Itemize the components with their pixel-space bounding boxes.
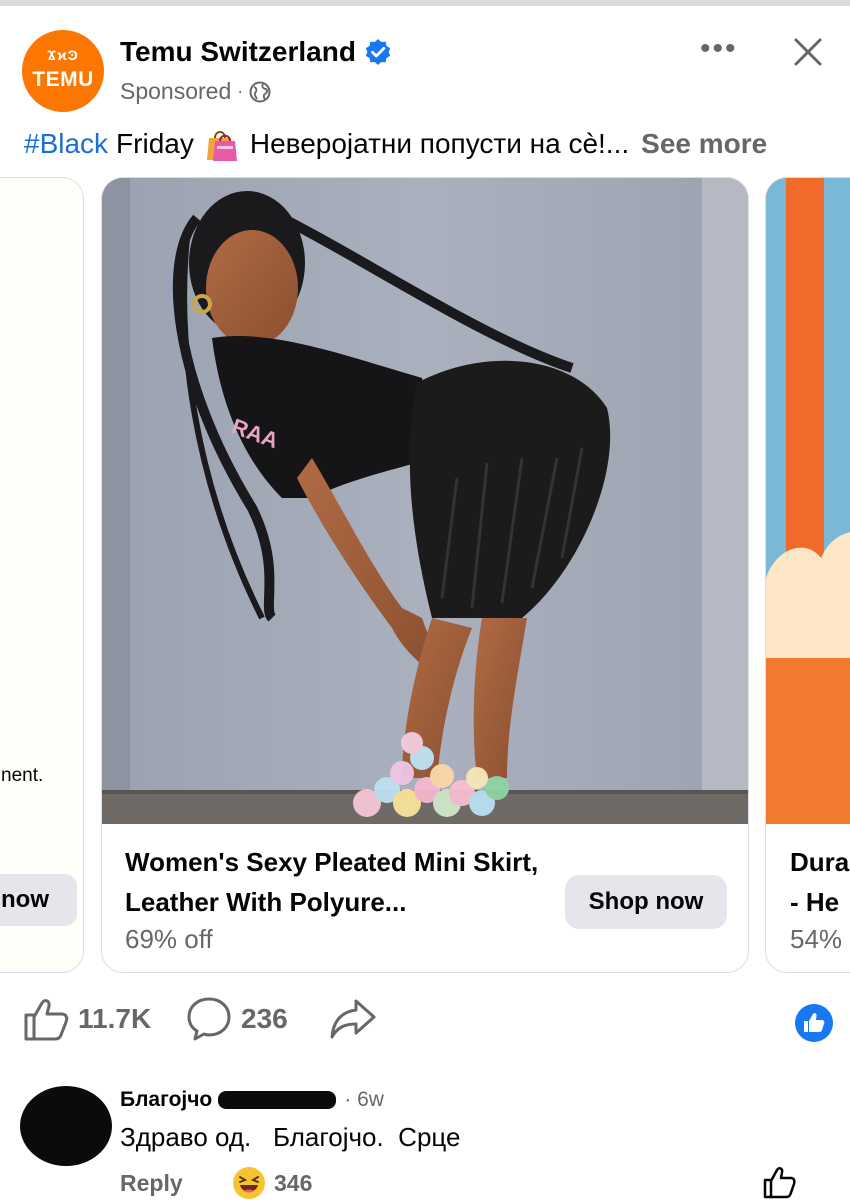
carousel-card-previous[interactable]: nent. now: [0, 177, 84, 973]
next-product-title[interactable]: Dura - He: [790, 842, 849, 922]
shopping-bags-icon: [206, 131, 237, 161]
page-avatar[interactable]: ϪϰϿ TEMU: [22, 30, 104, 112]
product-photo[interactable]: RAA: [102, 178, 748, 824]
separator-dot: ·: [237, 81, 244, 101]
hashtag-link[interactable]: #Black: [24, 128, 108, 160]
comment-icon: [187, 997, 231, 1041]
caption-word: Friday: [116, 128, 194, 159]
comment-text: Здраво од. Благојчо. Срце: [120, 1122, 461, 1152]
product-discount: 69% off: [125, 924, 213, 954]
product-photo-illustration: RAA: [102, 178, 748, 824]
next-product-illustration: [766, 178, 850, 824]
post-caption: #Black Friday Неверојатни попусти на сè!…: [24, 126, 767, 162]
share-icon: [330, 999, 376, 1039]
previous-card-button[interactable]: now: [0, 874, 77, 926]
commenter-avatar[interactable]: [20, 1086, 112, 1166]
product-title[interactable]: Women's Sexy Pleated Mini Skirt, Leather…: [125, 842, 545, 922]
more-options-icon[interactable]: •••: [700, 34, 738, 64]
page-name-row: Temu Switzerland: [120, 36, 392, 68]
top-divider: [0, 0, 850, 6]
shop-now-button[interactable]: Shop now: [565, 875, 727, 929]
see-more-link[interactable]: See more: [641, 128, 767, 160]
comment-count: 236: [241, 1003, 288, 1034]
comment-author-row: Благојчо · 6w: [120, 1088, 384, 1112]
temu-logo-icons: ϪϰϿ: [47, 47, 79, 63]
like-icon: [24, 999, 69, 1041]
comment-author[interactable]: Благојчо: [120, 1088, 212, 1112]
sponsored-row: Sponsored ·: [120, 78, 271, 105]
page-name[interactable]: Temu Switzerland: [120, 36, 356, 68]
comment-reaction-count: 346: [274, 1170, 313, 1196]
share-button[interactable]: [328, 995, 376, 1043]
next-product-discount: 54%: [790, 924, 843, 954]
previous-card-text: nent.: [1, 765, 44, 786]
like-reaction-badge-icon: [795, 1004, 833, 1042]
comment-button[interactable]: 236: [185, 995, 288, 1043]
next-title-line-2: - He: [790, 887, 840, 917]
close-icon[interactable]: [790, 34, 826, 70]
temu-logo-text: TEMU: [32, 68, 94, 91]
comment-time: · 6w: [344, 1088, 384, 1111]
caption-text: Неверојатни попусти на сè!...: [249, 128, 630, 159]
reactions-bar: 11.7K 236: [22, 995, 842, 1045]
globe-icon: [249, 81, 271, 102]
reply-button[interactable]: Reply: [120, 1170, 183, 1197]
comment-like-icon[interactable]: [762, 1164, 796, 1200]
verified-badge-icon: [365, 39, 391, 65]
redaction-bar: [218, 1091, 337, 1109]
like-button[interactable]: 11.7K: [22, 995, 151, 1043]
carousel-card-next[interactable]: Dura - He 54%: [765, 177, 850, 973]
laughing-emoji-icon: [233, 1167, 265, 1199]
post-header: ϪϰϿ TEMU Temu Switzerland Sponsored · ••…: [22, 28, 832, 112]
like-count: 11.7K: [78, 1003, 152, 1034]
next-title-line-1: Dura: [790, 847, 850, 877]
carousel-card-main[interactable]: RAA Women's Sexy Pleated Mini Skirt, Lea…: [101, 177, 749, 973]
next-product-photo[interactable]: [766, 178, 850, 824]
sponsored-label: Sponsored: [120, 78, 232, 104]
